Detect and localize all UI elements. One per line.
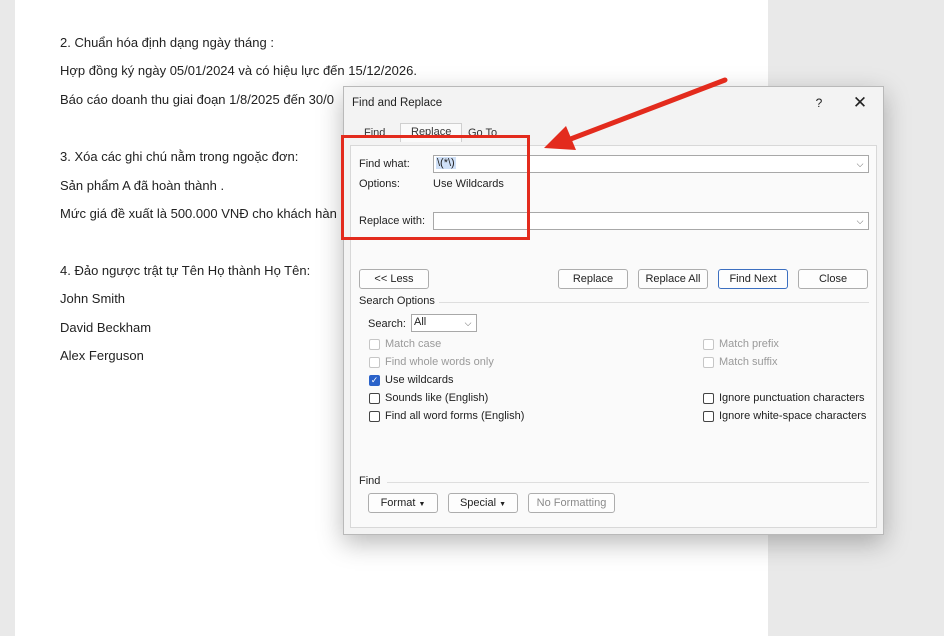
annotation-arrow-icon xyxy=(544,77,728,150)
